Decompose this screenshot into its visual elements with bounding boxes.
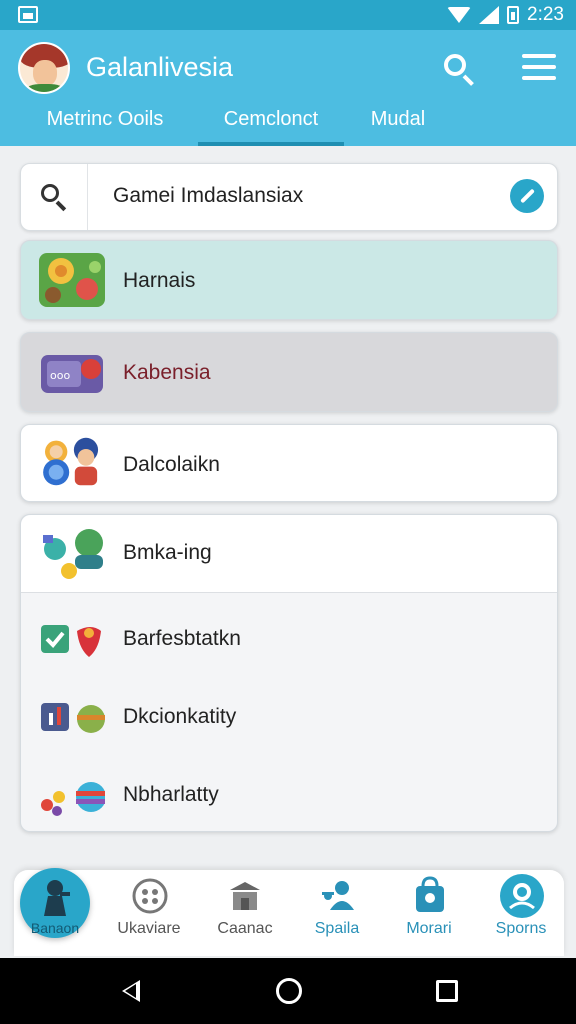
menu-icon[interactable] xyxy=(522,54,556,80)
list-item-label: Barfesbtatkn xyxy=(123,627,241,650)
list-item-label: Bmka-ing xyxy=(123,541,212,564)
music-game-icon xyxy=(41,703,105,733)
bottom-navigation: Ukaviare Caanac Spaila Morari Sporns xyxy=(14,870,564,956)
card-label: Dalcolaikn xyxy=(123,453,220,476)
nav-item-morari[interactable]: Morari xyxy=(384,870,474,956)
check-game-icon xyxy=(41,625,101,657)
nav-item-ukaviare[interactable]: Ukaviare xyxy=(104,870,194,956)
search-icon[interactable] xyxy=(440,50,476,86)
tab-cemclonct[interactable]: Cemclonct xyxy=(198,102,344,146)
characters-icon xyxy=(43,437,99,486)
nav-item-sporns[interactable]: Sporns xyxy=(476,870,566,956)
wifi-icon xyxy=(447,7,472,23)
svg-text:ooo: ooo xyxy=(50,369,70,382)
nav-item-spaila[interactable]: Spaila xyxy=(292,870,382,956)
jungle-game-icon xyxy=(39,253,105,307)
profile-icon xyxy=(500,874,544,918)
status-bar: 2:23 xyxy=(0,0,576,30)
list-item[interactable]: Nbharlatty xyxy=(21,763,557,827)
tab-mudal[interactable]: Mudal xyxy=(352,102,444,146)
home-icon[interactable] xyxy=(276,978,302,1004)
fab-label: Banaon xyxy=(30,920,80,936)
list-item[interactable]: Bmka-ing xyxy=(21,515,557,593)
tab-bar: Metrinc Ooils Cemclonct Mudal xyxy=(0,102,576,146)
nav-label: Sporns xyxy=(495,920,547,937)
card-game-icon: ooo xyxy=(41,355,103,393)
nav-label: Ukaviare xyxy=(117,920,181,937)
colorful-game-icon xyxy=(41,782,105,816)
list-item-label: Nbharlatty xyxy=(123,783,219,806)
status-time: 2:23 xyxy=(527,4,564,25)
gamepad-icon xyxy=(132,878,168,914)
card-label: Kabensia xyxy=(123,361,211,384)
back-icon[interactable] xyxy=(122,980,140,1002)
battery-icon xyxy=(507,6,520,24)
edit-icon[interactable] xyxy=(510,179,544,213)
bag-icon xyxy=(416,876,444,912)
puzzle-game-icon xyxy=(43,529,103,579)
list-item-label: Dkcionkatity xyxy=(123,705,237,728)
signal-icon xyxy=(479,6,500,24)
tab-metrinc-ooils[interactable]: Metrinc Ooils xyxy=(20,102,190,146)
game-card-kabensia[interactable]: ooo Kabensia xyxy=(20,332,558,412)
search-bar[interactable]: Gamei Imdaslansiax xyxy=(20,163,558,231)
store-icon xyxy=(230,882,260,910)
avatar[interactable] xyxy=(18,42,70,94)
recents-icon[interactable] xyxy=(436,980,458,1002)
search-icon xyxy=(39,182,69,212)
list-item[interactable]: Dkcionkatity xyxy=(21,685,557,749)
card-label: Harnais xyxy=(123,269,196,292)
image-notification-icon xyxy=(18,6,38,23)
system-navigation-bar xyxy=(0,958,576,1024)
nav-label: Spaila xyxy=(314,920,360,937)
character-icon xyxy=(44,880,70,916)
app-title: Galanlivesia xyxy=(86,52,234,82)
search-input[interactable]: Gamei Imdaslansiax xyxy=(113,184,303,208)
game-card-dalcolaikn[interactable]: Dalcolaikn xyxy=(20,424,558,502)
nav-label: Morari xyxy=(406,920,452,937)
nav-label: Caanac xyxy=(217,920,273,937)
game-card-harnais[interactable]: Harnais xyxy=(20,240,558,320)
app-bar: Galanlivesia Metrinc Ooils Cemclonct Mud… xyxy=(0,30,576,146)
list-item[interactable]: Barfesbtatkn xyxy=(21,607,557,671)
game-list: Bmka-ing Barfesbtatkn Dkcionkatity Nbhar… xyxy=(20,514,558,832)
friends-icon xyxy=(322,881,354,910)
nav-item-caanac[interactable]: Caanac xyxy=(200,870,290,956)
fab-button[interactable]: Banaon xyxy=(20,868,90,938)
